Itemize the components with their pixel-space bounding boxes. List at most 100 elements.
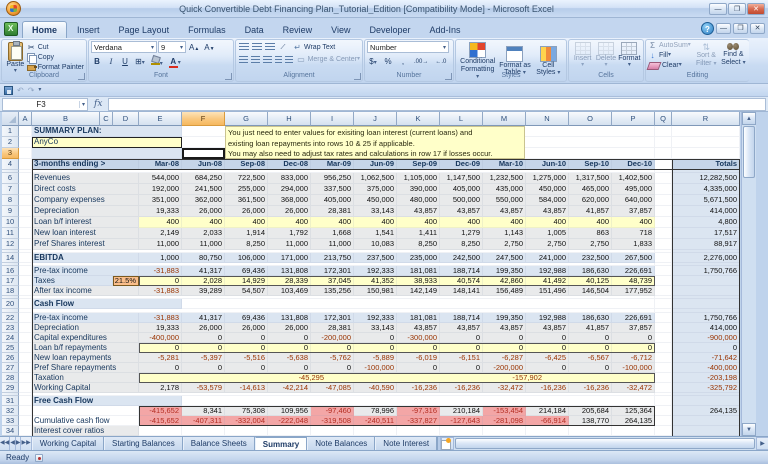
cell[interactable]: -100,000 — [354, 363, 397, 373]
cell[interactable]: Mar-08 — [139, 159, 182, 170]
cell[interactable] — [672, 416, 740, 426]
cell[interactable]: -16,236 — [526, 383, 569, 393]
cell[interactable]: 1,147,500 — [440, 173, 483, 184]
row-header-25[interactable]: 25 — [2, 343, 19, 353]
cell[interactable] — [19, 373, 32, 383]
cell[interactable]: 69,436 — [225, 313, 268, 323]
paste-button[interactable]: Paste ▾ — [4, 41, 27, 74]
cell[interactable] — [655, 416, 672, 426]
column-header-P[interactable]: P — [612, 112, 655, 126]
cell[interactable]: -222,048 — [268, 416, 311, 426]
delete-cells-button[interactable]: Delete ▾ — [594, 41, 617, 68]
cell[interactable]: 39,289 — [182, 286, 225, 296]
cell[interactable] — [311, 426, 354, 436]
column-header-M[interactable]: M — [483, 112, 526, 126]
cell[interactable]: 294,000 — [268, 184, 311, 195]
cell[interactable] — [655, 253, 672, 263]
cell[interactable]: Mar-10 — [483, 159, 526, 170]
format-cells-button[interactable]: Format ▾ — [618, 41, 641, 68]
cell[interactable]: Totals — [672, 159, 740, 170]
ribbon-tab-data[interactable]: Data — [236, 22, 273, 38]
cell[interactable] — [655, 173, 672, 184]
cell[interactable]: 80,750 — [182, 253, 225, 263]
column-header-D[interactable]: D — [113, 112, 139, 126]
cell[interactable]: 28,381 — [311, 323, 354, 333]
cell[interactable]: 1,792 — [268, 228, 311, 239]
cell[interactable]: 0 — [397, 343, 440, 353]
cell[interactable]: -5,638 — [268, 353, 311, 363]
sheet-tab-note-balances[interactable]: Note Balances — [307, 437, 376, 450]
align-bottom-icon[interactable] — [265, 43, 275, 51]
font-size-select[interactable]: 9 ▾ — [158, 41, 186, 53]
workbook-restore-button[interactable]: ❐ — [733, 23, 748, 34]
cell[interactable]: 8,250 — [225, 239, 268, 250]
cell[interactable]: 2,750 — [483, 239, 526, 250]
cell[interactable]: 0 — [182, 343, 225, 353]
cell[interactable]: 0 — [569, 333, 612, 343]
cell[interactable]: 186,630 — [569, 266, 612, 276]
cell[interactable]: AnyCo — [32, 137, 182, 148]
cell[interactable]: 41,857 — [569, 323, 612, 333]
cell[interactable]: 75,308 — [225, 406, 268, 416]
cell[interactable]: 0 — [526, 363, 569, 373]
column-header-I[interactable]: I — [311, 112, 354, 126]
cell[interactable]: 480,000 — [397, 195, 440, 206]
cell[interactable]: 0 — [672, 343, 740, 353]
cell[interactable]: 1,143 — [483, 228, 526, 239]
cell[interactable] — [655, 396, 672, 406]
cell[interactable]: 0 — [440, 343, 483, 353]
cell[interactable]: 0 — [225, 333, 268, 343]
cell[interactable] — [19, 137, 32, 148]
cell[interactable] — [397, 426, 440, 436]
sheet-tab-balance-sheets[interactable]: Balance Sheets — [182, 437, 255, 450]
cell[interactable]: 5,671,500 — [672, 195, 740, 206]
cell[interactable]: 0 — [268, 343, 311, 353]
cell[interactable]: 400 — [612, 217, 655, 228]
cell[interactable]: -415,652 — [139, 416, 182, 426]
cell[interactable]: 199,350 — [483, 266, 526, 276]
cell[interactable] — [182, 299, 655, 309]
first-sheet-icon[interactable]: ◀◀ — [0, 437, 11, 450]
cell[interactable] — [672, 276, 740, 286]
cell[interactable]: Revenues — [32, 173, 139, 184]
cell[interactable]: -100,000 — [612, 363, 655, 373]
cell[interactable]: 0 — [569, 343, 612, 353]
select-all-corner[interactable] — [2, 112, 19, 126]
cell[interactable]: 247,500 — [483, 253, 526, 263]
grow-font-button[interactable]: A▲ — [187, 41, 201, 53]
cell[interactable] — [655, 383, 672, 393]
cell[interactable]: 0 — [440, 363, 483, 373]
cell[interactable]: 264,135 — [672, 406, 740, 416]
cell[interactable]: Depreciation — [32, 206, 139, 217]
cell[interactable]: -400,000 — [672, 363, 740, 373]
cell[interactable]: 14,929 — [225, 276, 268, 286]
cell[interactable]: 0 — [139, 276, 182, 286]
cell[interactable] — [655, 228, 672, 239]
row-header-4[interactable]: 4 — [2, 159, 19, 170]
column-header-O[interactable]: O — [569, 112, 612, 126]
cell[interactable] — [19, 396, 32, 406]
cell[interactable]: Dec-08 — [268, 159, 311, 170]
cell[interactable]: 41,857 — [569, 206, 612, 217]
cell[interactable]: 237,500 — [354, 253, 397, 263]
cell[interactable]: Taxes — [32, 276, 113, 286]
cell[interactable]: 2,750 — [569, 239, 612, 250]
cell[interactable] — [19, 184, 32, 195]
cell[interactable]: 1,279 — [440, 228, 483, 239]
column-header-R[interactable]: R — [672, 112, 740, 126]
cell[interactable]: -71,642 — [672, 353, 740, 363]
cell[interactable] — [612, 426, 655, 436]
row-header-23[interactable]: 23 — [2, 323, 19, 333]
formula-input[interactable] — [108, 97, 766, 111]
cell[interactable]: -325,792 — [672, 383, 740, 393]
row-header-20[interactable]: 20 — [2, 299, 19, 309]
cell[interactable]: 400 — [311, 217, 354, 228]
cell[interactable]: 264,135 — [612, 416, 655, 426]
cell[interactable]: 684,250 — [182, 173, 225, 184]
row-header-26[interactable]: 26 — [2, 353, 19, 363]
row-header-31[interactable]: 31 — [2, 396, 19, 406]
increase-indent-icon[interactable] — [285, 55, 293, 64]
cell[interactable] — [19, 363, 32, 373]
cell[interactable]: Working Capital — [32, 383, 139, 393]
cell[interactable]: Jun-09 — [354, 159, 397, 170]
